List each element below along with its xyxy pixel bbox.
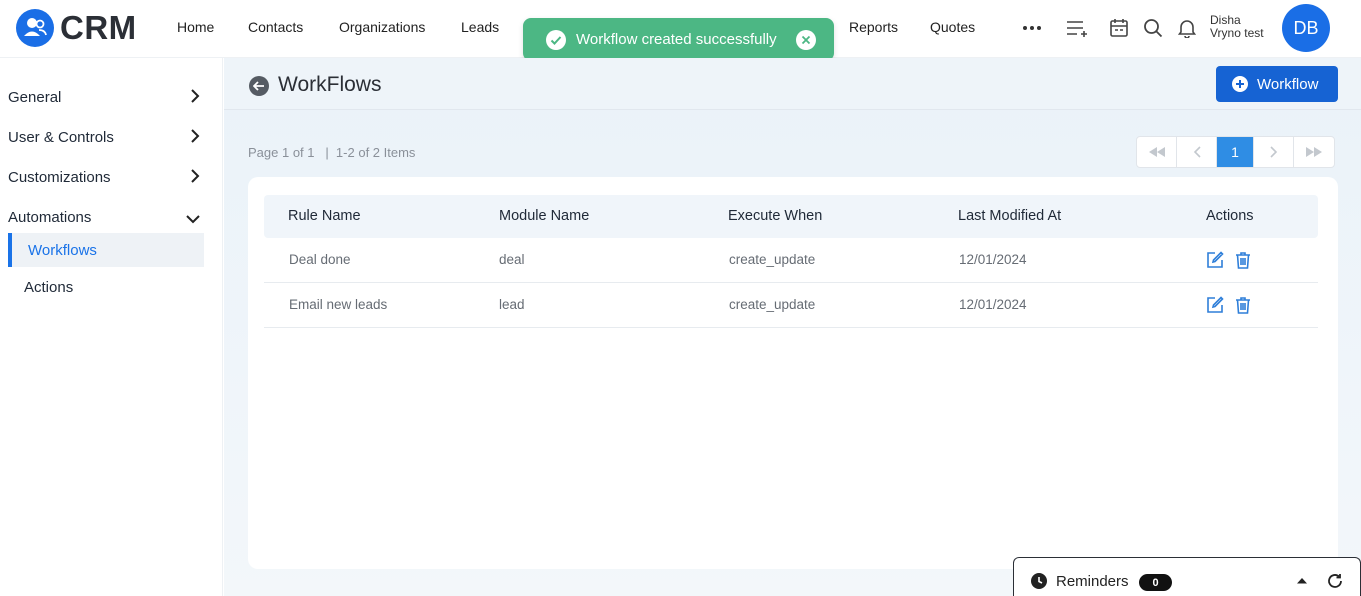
logo-text: CRM bbox=[60, 9, 137, 46]
pagination-info: Page 1 of 1 | 1-2 of 2 Items bbox=[248, 145, 416, 160]
cell-execute-when: create_update bbox=[729, 252, 816, 267]
plus-circle-icon bbox=[1232, 76, 1248, 92]
reminders-panel[interactable]: Reminders 0 bbox=[1013, 557, 1361, 596]
nav-organizations[interactable]: Organizations bbox=[339, 19, 425, 35]
sidebar-item-general[interactable]: General bbox=[8, 85, 204, 109]
sidebar-item-label: General bbox=[8, 88, 62, 106]
calendar-icon[interactable] bbox=[1107, 16, 1131, 40]
user-org-name: Vryno test bbox=[1210, 26, 1264, 40]
chevron-right-icon bbox=[190, 169, 200, 187]
sidebar-item-customizations[interactable]: Customizations bbox=[8, 165, 204, 189]
sidebar-sub-actions[interactable]: Actions bbox=[8, 270, 204, 304]
table-row[interactable]: Deal done deal create_update 12/01/2024 bbox=[264, 238, 1318, 283]
sidebar-item-label: User & Controls bbox=[8, 128, 114, 146]
page-number-button[interactable]: 1 bbox=[1217, 137, 1254, 167]
last-page-button[interactable] bbox=[1294, 137, 1334, 167]
table-header: Rule Name Module Name Execute When Last … bbox=[264, 195, 1318, 238]
edit-icon[interactable] bbox=[1206, 296, 1224, 314]
pagination: 1 bbox=[1136, 136, 1335, 168]
table-row[interactable]: Email new leads lead create_update 12/01… bbox=[264, 283, 1318, 328]
prev-page-button[interactable] bbox=[1177, 137, 1217, 167]
back-arrow-icon[interactable] bbox=[249, 76, 269, 96]
nav-reports[interactable]: Reports bbox=[849, 19, 898, 35]
column-header-rule-name[interactable]: Rule Name bbox=[288, 208, 361, 224]
main-content: WorkFlows Workflow Page 1 of 1 | 1-2 of … bbox=[224, 58, 1361, 596]
more-icon[interactable] bbox=[1020, 16, 1044, 40]
column-header-module-name[interactable]: Module Name bbox=[499, 208, 589, 224]
logo-users-icon bbox=[16, 9, 54, 47]
chevron-right-icon bbox=[190, 89, 200, 107]
page-header: WorkFlows Workflow bbox=[224, 58, 1361, 110]
app-logo[interactable]: CRM bbox=[16, 9, 137, 47]
next-page-button[interactable] bbox=[1254, 137, 1294, 167]
nav-quotes[interactable]: Quotes bbox=[930, 19, 975, 35]
settings-sidebar: General User & Controls Customizations A… bbox=[0, 58, 223, 596]
chevron-right-icon bbox=[190, 129, 200, 147]
add-workflow-label: Workflow bbox=[1257, 75, 1319, 93]
cell-module-name: lead bbox=[499, 297, 525, 312]
check-circle-icon bbox=[546, 29, 566, 50]
nav-contacts[interactable]: Contacts bbox=[248, 19, 303, 35]
cell-rule-name[interactable]: Deal done bbox=[289, 252, 351, 267]
sidebar-item-automations[interactable]: Automations bbox=[8, 205, 204, 229]
cell-module-name: deal bbox=[499, 252, 525, 267]
success-toast: Workflow created successfully bbox=[523, 18, 834, 61]
user-name[interactable]: Disha Vryno test bbox=[1210, 14, 1264, 40]
cell-rule-name[interactable]: Email new leads bbox=[289, 297, 387, 312]
clock-icon bbox=[1031, 573, 1047, 589]
sidebar-sub-workflows[interactable]: Workflows bbox=[8, 233, 204, 267]
search-icon[interactable] bbox=[1141, 16, 1165, 40]
sidebar-item-label: Customizations bbox=[8, 168, 111, 186]
reminders-count-badge: 0 bbox=[1139, 574, 1172, 591]
edit-icon[interactable] bbox=[1206, 251, 1224, 269]
avatar[interactable]: DB bbox=[1282, 4, 1330, 52]
toast-message: Workflow created successfully bbox=[576, 31, 777, 48]
column-header-actions: Actions bbox=[1206, 208, 1254, 224]
menu-plus-icon[interactable] bbox=[1065, 16, 1089, 40]
nav-home[interactable]: Home bbox=[177, 19, 214, 35]
refresh-icon[interactable] bbox=[1327, 573, 1343, 589]
close-circle-icon[interactable] bbox=[796, 30, 816, 50]
trash-icon[interactable] bbox=[1234, 296, 1252, 314]
cell-execute-when: create_update bbox=[729, 297, 816, 312]
page-title: WorkFlows bbox=[278, 73, 382, 96]
reminders-label: Reminders bbox=[1056, 573, 1129, 590]
sidebar-item-user-controls[interactable]: User & Controls bbox=[8, 125, 204, 149]
caret-up-icon[interactable] bbox=[1296, 577, 1308, 584]
workflows-table-card: Rule Name Module Name Execute When Last … bbox=[248, 177, 1338, 569]
bell-icon[interactable] bbox=[1175, 16, 1199, 40]
nav-leads[interactable]: Leads bbox=[461, 19, 499, 35]
column-header-execute-when[interactable]: Execute When bbox=[728, 208, 822, 224]
column-header-last-modified[interactable]: Last Modified At bbox=[958, 208, 1061, 224]
chevron-down-icon bbox=[186, 211, 200, 228]
sidebar-item-label: Automations bbox=[8, 208, 92, 226]
cell-last-modified: 12/01/2024 bbox=[959, 252, 1027, 267]
cell-last-modified: 12/01/2024 bbox=[959, 297, 1027, 312]
add-workflow-button[interactable]: Workflow bbox=[1216, 66, 1338, 102]
first-page-button[interactable] bbox=[1137, 137, 1177, 167]
trash-icon[interactable] bbox=[1234, 251, 1252, 269]
